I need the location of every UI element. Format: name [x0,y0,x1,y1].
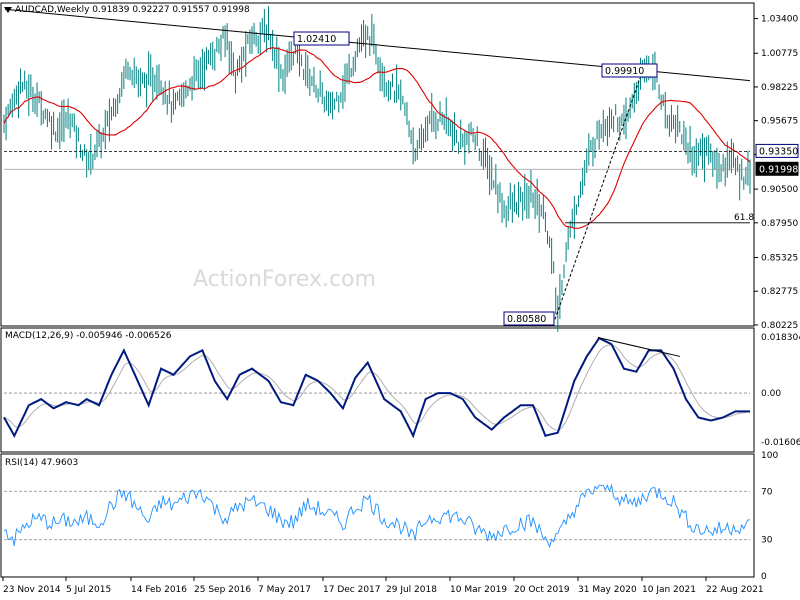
chart-canvas: ActionForex.com 1.03400 1.00775 0.98225 0.9… [0,2,800,595]
price-y-tick-label: 0.82775 [761,287,798,297]
price-y-tick-label: 0.98225 [761,83,798,93]
x-tick-label: 10 Jan 2021 [642,585,696,595]
x-tick-label: 7 May 2017 [258,585,311,595]
fib-label: 61.8 [734,213,754,223]
macd-line [3,336,750,439]
rsi-line [3,483,751,549]
x-tick-label: 20 Oct 2019 [514,585,570,595]
macd-y-tick-label: 0.00 [761,389,781,399]
ohlc-values: 0.91839 0.92227 0.91557 0.91998 [92,5,250,15]
price-header: AUDCAD,Weekly 0.91839 0.92227 0.91557 0.… [4,5,250,15]
price-y-tick-label: 1.03400 [761,15,798,25]
watermark: ActionForex.com [193,267,376,292]
rsi-panel-frame [0,453,755,578]
macd-y-tick-label: -0.016064 [761,438,800,448]
x-tick-label: 10 Mar 2019 [450,585,507,595]
macd-signal-line [3,344,751,431]
rsi-y-tick-label: 70 [761,487,773,497]
rsi-y-tick-label: 100 [761,451,778,461]
price-y-tick-label: 0.95675 [761,117,798,127]
rally-dashed-line [554,77,641,320]
price-panel-frame [0,2,755,327]
macd-divergence-line [597,337,681,357]
price-y-tick-label: 0.85325 [761,254,798,264]
annotation-high-1: 1.02410 [297,34,336,45]
price-y-tick-label: 0.90500 [761,185,798,195]
macd-y-tick-label: 0.018304 [761,333,800,343]
x-tick-label: 31 May 2020 [578,585,637,595]
macd-panel-frame [0,327,755,453]
macd-header: MACD(12,26,9) -0.005946 -0.006526 [5,331,172,341]
x-tick-label: 5 Jul 2015 [66,585,111,595]
macd-layer [3,336,751,439]
current-price-label: 0.91998 [759,164,798,175]
rsi-layer [3,483,751,549]
rsi-y-tick-label: 30 [761,536,773,546]
x-tick-label: 25 Sep 2016 [194,585,251,595]
annotation-high-2: 0.99910 [605,66,644,77]
price-y-tick-label: 0.87950 [761,219,798,229]
dropdown-arrow-icon [4,6,12,13]
x-tick-label: 23 Nov 2014 [3,585,61,595]
rsi-y-tick-label: 0 [761,572,767,582]
level-label: 0.93350 [759,146,798,157]
price-y-tick-label: 1.00775 [761,49,798,59]
annotation-low: 0.80580 [507,314,546,325]
symbol-label: AUDCAD,Weekly [15,5,90,15]
x-tick-label: 17 Dec 2017 [323,585,381,595]
price-layer [3,6,751,332]
x-tick-label: 22 Aug 2021 [706,585,764,595]
price-y-tick-label: 0.80225 [761,321,798,331]
x-tick-label: 14 Feb 2016 [131,585,187,595]
x-tick-label: 29 Jul 2018 [386,585,437,595]
rsi-header: RSI(14) 47.9603 [5,458,79,468]
